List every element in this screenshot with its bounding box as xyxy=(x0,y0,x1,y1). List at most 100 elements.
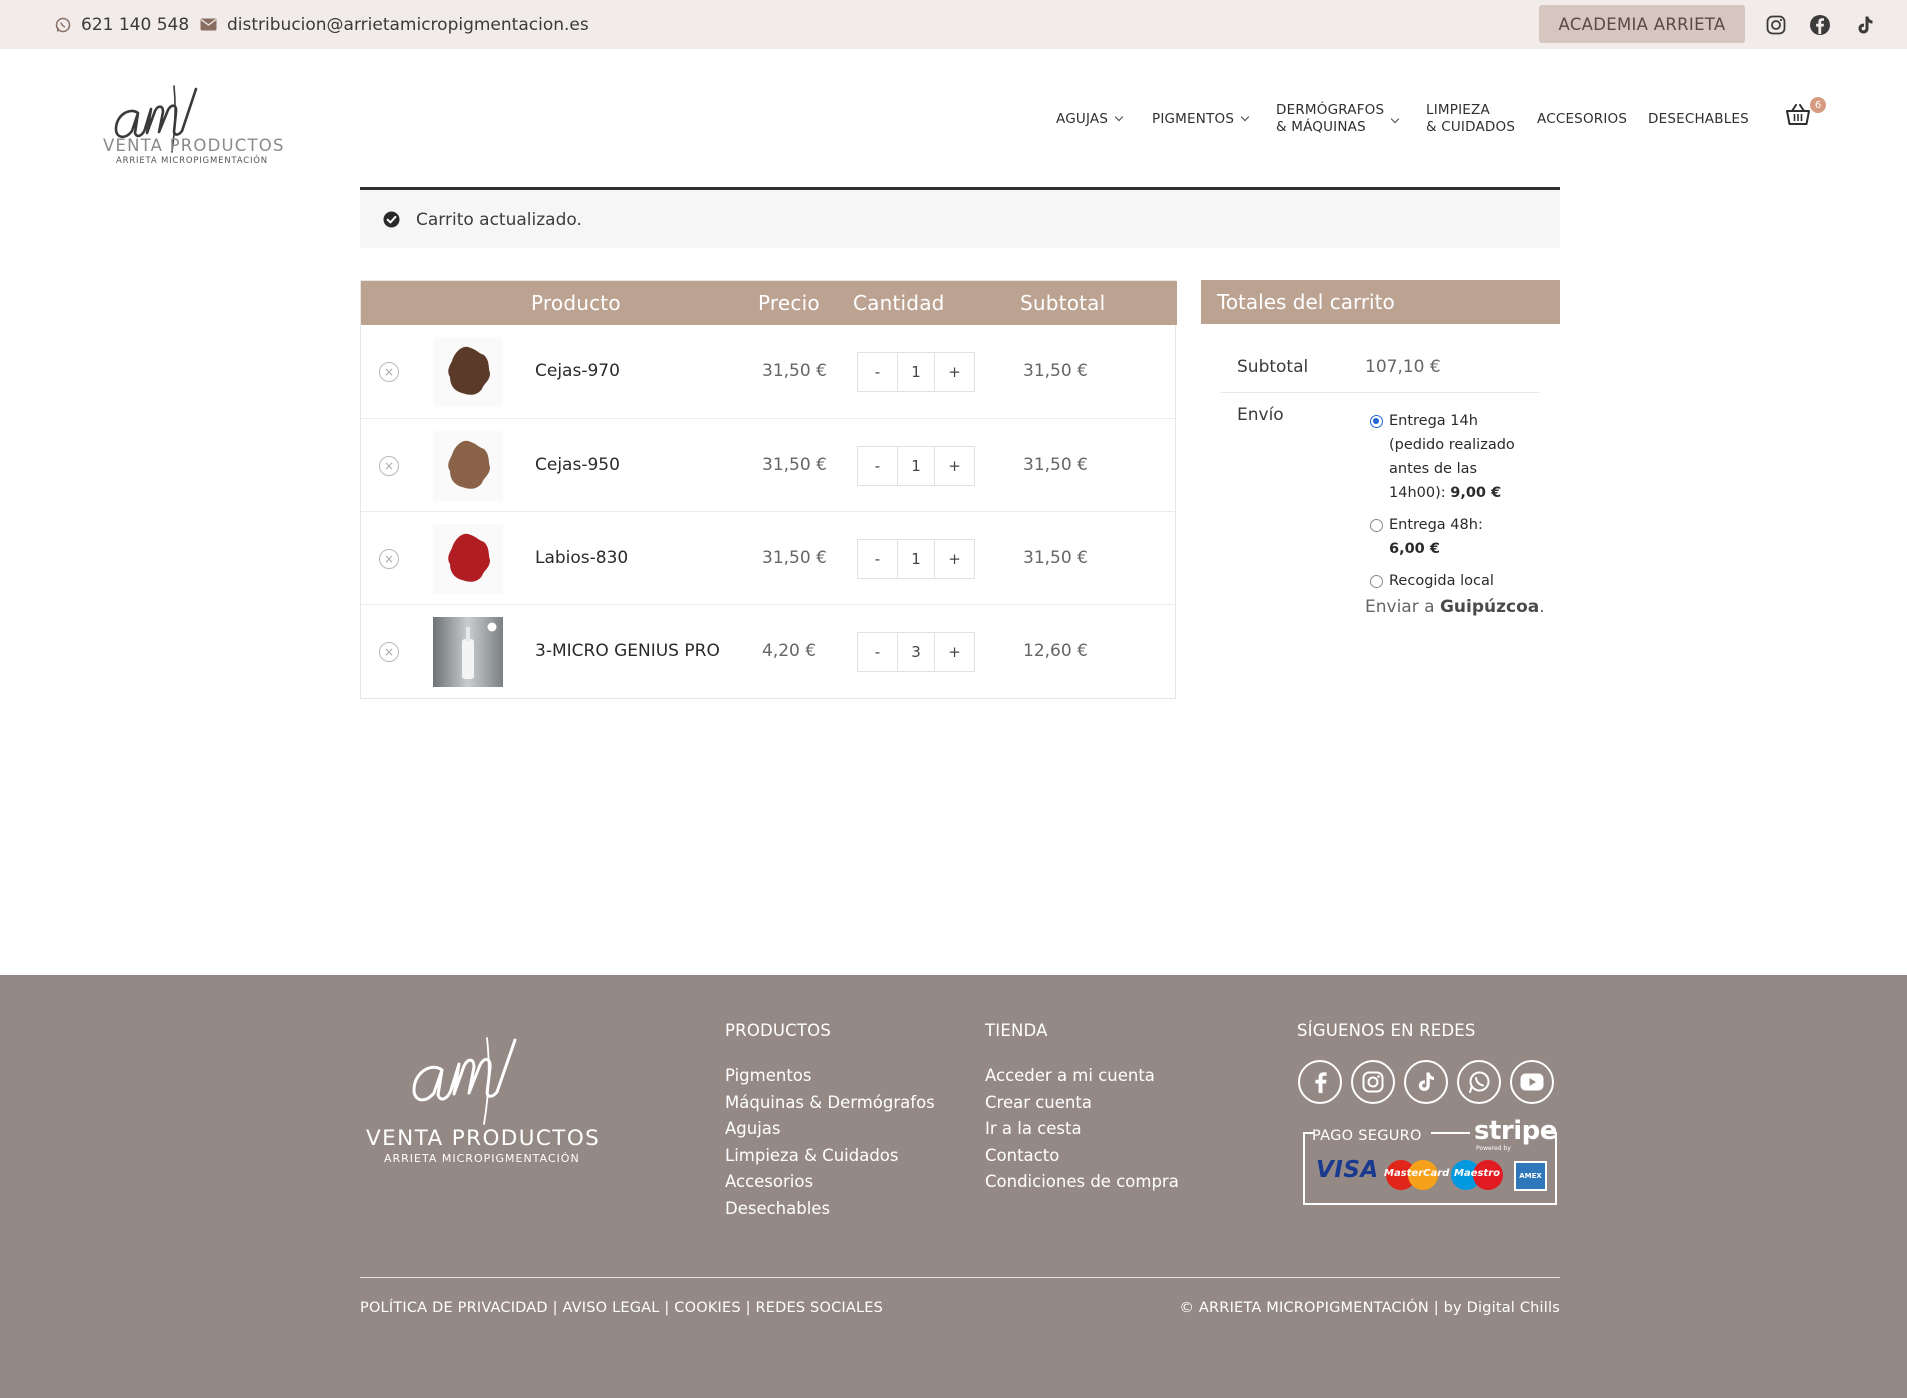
radio-icon[interactable] xyxy=(1370,519,1383,532)
nav-desechables[interactable]: DESECHABLES xyxy=(1648,111,1749,128)
nav-accesorios[interactable]: ACCESORIOS xyxy=(1537,111,1627,128)
nav-agujas-label: AGUJAS xyxy=(1056,111,1109,127)
product-price: 31,50 € xyxy=(762,548,827,568)
remove-item-icon[interactable]: × xyxy=(379,549,399,569)
remove-item-icon[interactable]: × xyxy=(379,456,399,476)
academia-button[interactable]: ACADEMIA ARRIETA xyxy=(1539,5,1745,43)
product-thumbnail[interactable] xyxy=(433,617,503,687)
nav-pigmentos[interactable]: PIGMENTOS xyxy=(1152,111,1250,128)
qty-plus-button[interactable]: + xyxy=(935,353,974,391)
qty-input[interactable]: 1 xyxy=(897,540,935,578)
radio-selected-icon[interactable] xyxy=(1370,415,1383,428)
product-name-link[interactable]: Cejas-950 xyxy=(535,455,620,475)
ship-destination-region[interactable]: Guipúzcoa xyxy=(1440,597,1539,617)
shipping-option-text: Entrega 48h: xyxy=(1389,517,1483,533)
instagram-icon[interactable] xyxy=(1351,1060,1395,1104)
divider xyxy=(1221,392,1539,393)
whatsapp-icon[interactable] xyxy=(1457,1060,1501,1104)
header-subtotal: Subtotal xyxy=(1020,291,1106,315)
envelope-icon xyxy=(200,18,217,31)
cart-count-badge: 6 xyxy=(1810,97,1826,113)
cart-table-header: Producto Precio Cantidad Subtotal xyxy=(361,281,1177,325)
site-logo[interactable]: VENTA PRODUCTOS ARRIETA MICROPIGMENTACIÓ… xyxy=(100,68,283,168)
product-price: 31,50 € xyxy=(762,455,827,475)
footer-link[interactable]: Crear cuenta xyxy=(985,1090,1179,1117)
qty-plus-button[interactable]: + xyxy=(935,540,974,578)
quantity-stepper: - 1 + xyxy=(857,446,975,486)
top-bar: 621 140 548 distribucion@arrietamicropig… xyxy=(0,0,1907,49)
shipping-option-price: 9,00 € xyxy=(1450,485,1502,501)
subtotal-value: 107,10 € xyxy=(1365,357,1441,377)
footer-tienda-list: Acceder a mi cuenta Crear cuenta Ir a la… xyxy=(985,1063,1179,1196)
product-thumbnail[interactable] xyxy=(433,524,503,594)
mastercard-label: MasterCard xyxy=(1384,1168,1450,1179)
chevron-down-icon xyxy=(1240,112,1250,122)
header-product: Producto xyxy=(531,291,621,315)
footer-link[interactable]: Limpieza & Cuidados xyxy=(725,1143,935,1170)
product-thumbnail[interactable] xyxy=(433,337,503,407)
footer-link[interactable]: Pigmentos xyxy=(725,1063,935,1090)
qty-plus-button[interactable]: + xyxy=(935,447,974,485)
amex-logo: AMEX xyxy=(1514,1161,1547,1191)
ship-destination-suffix: . xyxy=(1539,597,1545,617)
footer-link[interactable]: Contacto xyxy=(985,1143,1179,1170)
footer-link[interactable]: Ir a la cesta xyxy=(985,1116,1179,1143)
basket-icon[interactable] xyxy=(1786,104,1810,125)
nav-limpieza[interactable]: LIMPIEZA & CUIDADOS xyxy=(1426,102,1515,136)
notice-text: Carrito actualizado. xyxy=(416,210,582,230)
tiktok-icon[interactable] xyxy=(1854,14,1876,36)
footer-link[interactable]: Agujas xyxy=(725,1116,935,1143)
remove-item-icon[interactable]: × xyxy=(379,362,399,382)
email-address: distribucion@arrietamicropigmentacion.es xyxy=(227,14,589,35)
cart-row: × Cejas-950 31,50 € - 1 + 31,50 € xyxy=(361,418,1177,511)
shipping-option-text: Recogida local xyxy=(1389,573,1494,589)
tiktok-icon[interactable] xyxy=(1404,1060,1448,1104)
facebook-icon[interactable] xyxy=(1809,14,1831,36)
nav-agujas[interactable]: AGUJAS xyxy=(1056,111,1124,128)
logo-title: VENTA PRODUCTOS xyxy=(103,136,285,155)
qty-input[interactable]: 3 xyxy=(897,633,935,671)
qty-minus-button[interactable]: - xyxy=(858,447,897,485)
shipping-option-local[interactable]: Recogida local xyxy=(1370,569,1530,593)
footer-link[interactable]: Desechables xyxy=(725,1196,935,1223)
cart-updated-notice: Carrito actualizado. xyxy=(360,187,1560,248)
product-name-link[interactable]: Cejas-970 xyxy=(535,361,620,381)
product-thumbnail[interactable] xyxy=(433,431,503,501)
qty-plus-button[interactable]: + xyxy=(935,633,974,671)
facebook-icon[interactable] xyxy=(1298,1060,1342,1104)
qty-input[interactable]: 1 xyxy=(897,353,935,391)
youtube-icon[interactable] xyxy=(1510,1060,1554,1104)
footer-legal-links[interactable]: POLÍTICA DE PRIVACIDAD | AVISO LEGAL | C… xyxy=(360,1300,883,1316)
cart-totals-panel: Totales del carrito Subtotal 107,10 € En… xyxy=(1201,280,1560,628)
check-circle-icon xyxy=(383,211,400,228)
chevron-down-icon xyxy=(1114,112,1124,122)
email-link[interactable]: distribucion@arrietamicropigmentacion.es xyxy=(200,0,589,49)
shipping-label: Envío xyxy=(1237,405,1284,425)
product-name-link[interactable]: 3-MICRO GENIUS PRO xyxy=(535,641,720,661)
maestro-logo: Maestro xyxy=(1449,1158,1505,1192)
qty-minus-button[interactable]: - xyxy=(858,353,897,391)
whatsapp-icon xyxy=(55,17,71,32)
footer-link[interactable]: Máquinas & Dermógrafos xyxy=(725,1090,935,1117)
nav-dermografos[interactable]: DERMÓGRAFOS & MÁQUINAS xyxy=(1276,102,1400,136)
phone-number: 621 140 548 xyxy=(81,14,190,35)
maestro-label: Maestro xyxy=(1453,1168,1500,1179)
qty-input[interactable]: 1 xyxy=(897,447,935,485)
quantity-stepper: - 1 + xyxy=(857,539,975,579)
qty-minus-button[interactable]: - xyxy=(858,540,897,578)
footer-logo[interactable]: VENTA PRODUCTOS ARRIETA MICROPIGMENTACIÓ… xyxy=(362,1030,612,1170)
mastercard-logo: MasterCard xyxy=(1384,1158,1450,1192)
footer-link[interactable]: Acceder a mi cuenta xyxy=(985,1063,1179,1090)
phone-link[interactable]: 621 140 548 xyxy=(55,0,189,49)
footer-link[interactable]: Accesorios xyxy=(725,1169,935,1196)
remove-item-icon[interactable]: × xyxy=(379,642,399,662)
qty-minus-button[interactable]: - xyxy=(858,633,897,671)
visa-logo: VISA xyxy=(1316,1157,1379,1183)
radio-icon[interactable] xyxy=(1370,575,1383,588)
instagram-icon[interactable] xyxy=(1765,14,1787,36)
quantity-stepper: - 3 + xyxy=(857,632,975,672)
product-name-link[interactable]: Labios-830 xyxy=(535,548,628,568)
footer-link[interactable]: Condiciones de compra xyxy=(985,1169,1179,1196)
shipping-option-14h[interactable]: Entrega 14h (pedido realizado antes de l… xyxy=(1370,409,1530,505)
shipping-option-48h[interactable]: Entrega 48h: 6,00 € xyxy=(1370,513,1530,561)
